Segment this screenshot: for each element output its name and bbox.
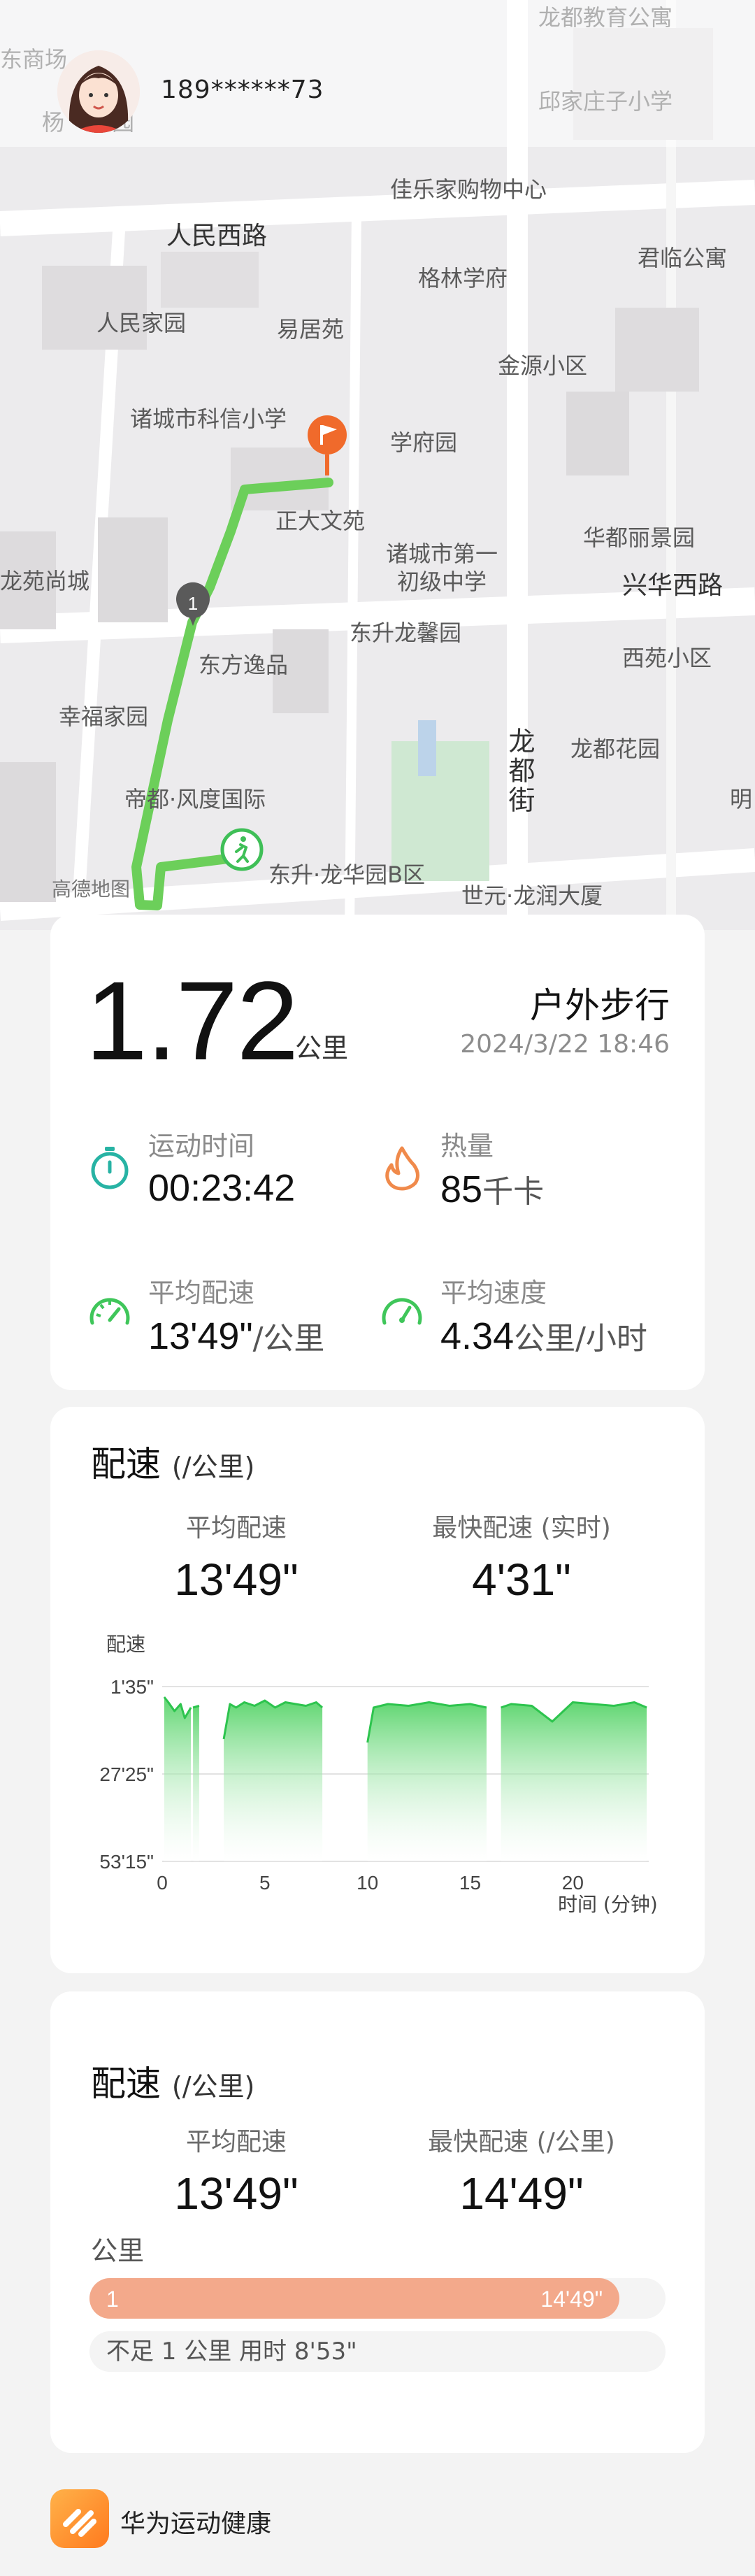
map-label: 龙都街	[504, 727, 535, 815]
km-splits-card: 配速 (/公里) 平均配速 13'49" 最快配速 (/公里) 14'49" 公…	[50, 1991, 705, 2453]
map-label: 学府园	[390, 429, 458, 456]
avg-speed-label: 平均速度	[440, 1278, 547, 1308]
map-label: 帝都·风度国际	[124, 786, 266, 813]
avg-speed-value: 4.34	[440, 1315, 515, 1357]
km-fastest-pace-summary: 最快配速 (/公里) 14'49"	[382, 2121, 661, 2219]
km-split-bar: 1 14'49"	[89, 2278, 620, 2319]
summary-card: 1.72 公里 户外步行 2024/3/22 18:46 运动时间 00:23:…	[50, 915, 705, 1390]
map-label: 格林学府	[418, 265, 508, 292]
avg-speed-value-line: 4.34公里/小时	[440, 1313, 647, 1358]
km-fastest-pace-label: 最快配速 (/公里)	[428, 2128, 615, 2156]
duration-label: 运动时间	[148, 1131, 255, 1161]
map-label: 龙苑尚城	[0, 568, 90, 594]
pace-chart[interactable]: 1'35" 27'25" 53'15"0 5 10 15 20	[50, 1645, 705, 1952]
pace-title: 配速	[91, 1444, 161, 1484]
calories-unit: 千卡	[482, 1174, 545, 1210]
avatar[interactable]	[57, 50, 140, 133]
map-label: 东升龙馨园	[350, 620, 462, 646]
activity-type: 户外步行	[530, 985, 670, 1026]
km-split-index: 1	[106, 2287, 119, 2312]
avg-pace-label: 平均配速	[148, 1278, 255, 1308]
map-label: 东方逸品	[199, 652, 289, 678]
app-footer: 华为运动健康	[50, 2489, 680, 2552]
map-label: 诸城市第一 初级中学	[386, 541, 498, 595]
chart-x-tick-label: 15	[459, 1872, 481, 1894]
map-label: 人民家园	[96, 310, 187, 336]
km-card-title-unit: (/公里)	[171, 2071, 255, 2102]
map-label: 龙都花园	[570, 736, 661, 762]
km-avg-pace-label: 平均配速	[185, 2128, 287, 2156]
map-label: 君临公寓	[638, 245, 728, 271]
pace-card-title: 配速 (/公里)	[91, 1436, 254, 1487]
avg-pace-value-line: 13'49"/公里	[148, 1313, 324, 1358]
km-marker-label: 1	[188, 593, 198, 614]
map-label: 诸城市科信小学	[130, 406, 287, 432]
km-card-title-text: 配速	[91, 2063, 161, 2104]
km-avg-pace-value: 13'49"	[174, 2168, 299, 2219]
flame-icon	[385, 1146, 419, 1191]
km-avg-pace-summary: 平均配速 13'49"	[96, 2121, 376, 2219]
chart-x-tick-label: 20	[562, 1872, 584, 1894]
map-attribution: 高德地图	[52, 878, 131, 901]
calories-value-line: 85千卡	[440, 1166, 544, 1211]
fastest-pace-value: 4'31"	[472, 1554, 571, 1605]
start-walker-icon	[220, 828, 264, 871]
avg-speed-unit: 公里/小时	[514, 1321, 647, 1357]
chart-area-segment	[501, 1702, 647, 1861]
chart-y-tick-label: 1'35"	[110, 1676, 154, 1698]
chart-x-tick-label: 5	[259, 1872, 271, 1894]
pace-title-unit: (/公里)	[171, 1452, 255, 1482]
chart-x-tick-label: 0	[157, 1872, 168, 1894]
speedometer-icon	[89, 1298, 130, 1325]
map-label: 正大文苑	[275, 508, 366, 534]
duration-value: 00:23:42	[148, 1167, 296, 1209]
map-label: 西苑小区	[622, 645, 712, 671]
map-label: 世元·龙润大厦	[461, 882, 603, 909]
map-label: 佳乐家购物中心	[390, 176, 547, 203]
avg-pace-value: 13'49"	[148, 1315, 253, 1357]
calories-label: 热量	[440, 1131, 494, 1161]
app-logo-icon	[50, 2489, 109, 2548]
km-split-row[interactable]: 1 14'49"	[89, 2278, 666, 2319]
chart-area-segment	[193, 1705, 199, 1861]
map-label: 明	[730, 786, 753, 813]
avg-pace-summary: 平均配速 13'49"	[96, 1508, 376, 1605]
km-fastest-pace-value: 14'49"	[459, 2168, 584, 2219]
km-card-title: 配速 (/公里)	[91, 2056, 254, 2106]
map-label: 兴华西路	[622, 571, 724, 600]
avg-pace-summary-value: 13'49"	[174, 1554, 299, 1605]
map-label: 东升·龙华园B区	[268, 861, 426, 888]
chart-x-tick-label: 10	[357, 1872, 378, 1894]
map-label: 金源小区	[498, 352, 588, 379]
avg-pace-unit: /公里	[252, 1321, 325, 1357]
chart-area-segment	[224, 1701, 323, 1861]
fastest-pace-label: 最快配速 (实时)	[432, 1514, 611, 1543]
stopwatch-icon	[91, 1147, 129, 1189]
calories-value: 85	[440, 1168, 483, 1210]
partial-km-note: 不足 1 公里 用时 8'53"	[89, 2331, 666, 2372]
chart-area-segment	[164, 1697, 192, 1861]
fastest-pace-summary: 最快配速 (实时) 4'31"	[382, 1508, 661, 1605]
chart-area-segment	[367, 1702, 487, 1861]
map-label: 人民西路	[166, 222, 268, 250]
km-split-pace: 14'49"	[540, 2287, 603, 2312]
user-phone: 189******73	[161, 76, 324, 104]
map-label: 易居苑	[277, 316, 345, 343]
map-label: 华都丽景园	[583, 524, 696, 551]
distance-value: 1.72	[85, 958, 299, 1083]
app-name: 华为运动健康	[120, 2510, 272, 2538]
km-column-label: 公里	[91, 2235, 145, 2266]
chart-y-tick-label: 53'15"	[99, 1851, 154, 1873]
activity-datetime: 2024/3/22 18:46	[460, 1030, 670, 1059]
distance-unit: 公里	[295, 1033, 349, 1064]
pace-chart-card: 配速 (/公里) 平均配速 13'49" 最快配速 (实时) 4'31" 配速 …	[50, 1407, 705, 1973]
speed-gauge-icon	[382, 1298, 422, 1325]
map-label: 幸福家园	[59, 703, 149, 730]
user-header: 189******73	[0, 0, 755, 140]
chart-y-tick-label: 27'25"	[99, 1763, 154, 1785]
avg-pace-summary-label: 平均配速	[185, 1514, 287, 1543]
